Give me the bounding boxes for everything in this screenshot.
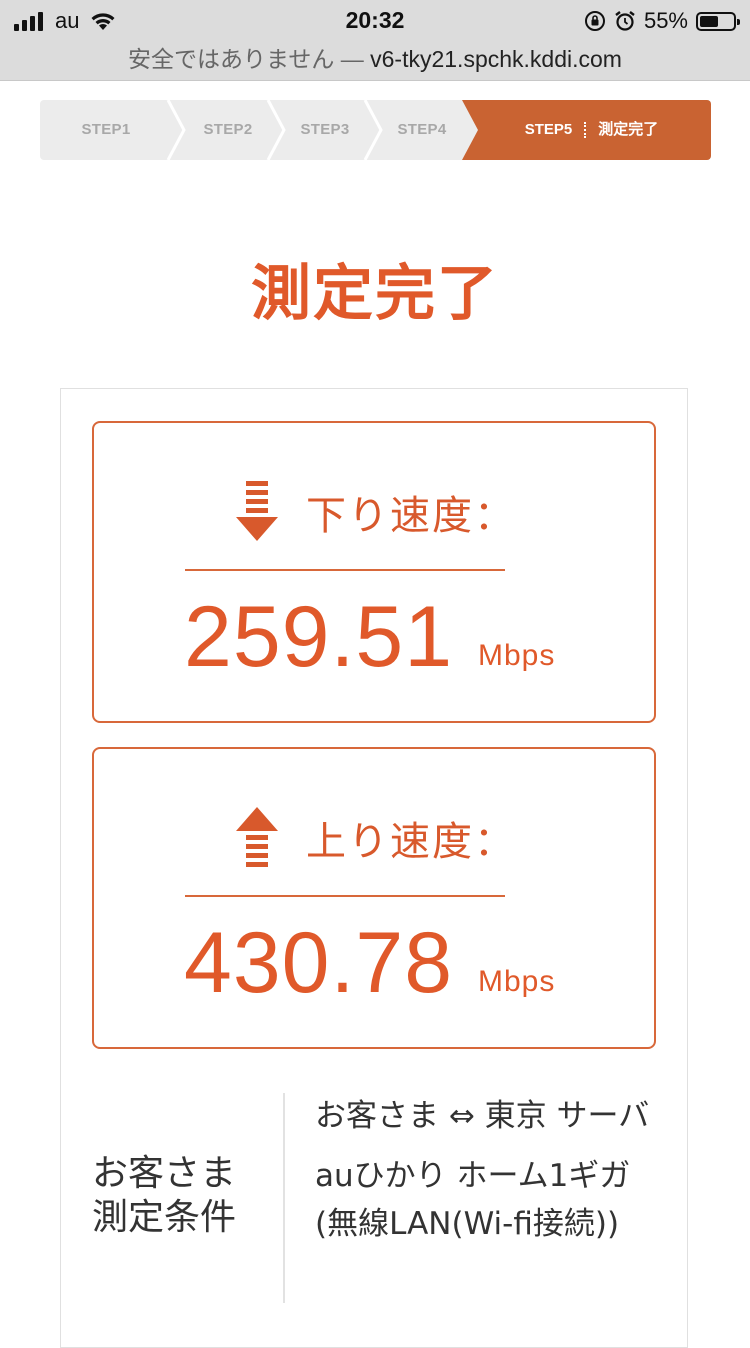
status-bar: au 20:32 55% 安全ではありません — v6-tky21.spchk.… bbox=[0, 0, 750, 81]
url-host: v6-tky21.spchk.kddi.com bbox=[370, 46, 622, 72]
step-1: STEP1 bbox=[81, 121, 131, 138]
url-bar[interactable]: 安全ではありません — v6-tky21.spchk.kddi.com bbox=[0, 40, 750, 74]
upload-divider bbox=[185, 895, 505, 897]
step-4: STEP4 bbox=[397, 121, 447, 138]
orientation-lock-icon bbox=[584, 11, 605, 31]
battery-fill bbox=[700, 15, 718, 27]
download-divider bbox=[185, 569, 505, 571]
conditions-service: auひかり ホーム1ギガ(無線LAN(Wi-fi接続)) bbox=[315, 1158, 631, 1242]
conditions-label: お客さま測定条件 bbox=[92, 1153, 237, 1238]
conditions-divider bbox=[283, 1093, 285, 1303]
upload-label: 上り速度： bbox=[306, 819, 516, 865]
security-warning: 安全ではありません — bbox=[128, 46, 364, 72]
step-5-active: STEP5 測定完了 bbox=[462, 100, 711, 160]
alarm-icon bbox=[615, 11, 635, 31]
battery-percent: 55% bbox=[643, 8, 688, 33]
arrow-up-icon bbox=[236, 807, 278, 867]
conditions-route: お客さま ⇔ 東京 サーバ bbox=[315, 1098, 650, 1134]
upload-unit: Mbps bbox=[478, 965, 556, 998]
conditions-values: お客さま ⇔ 東京 サーバ auひかり ホーム1ギガ(無線LAN(Wi-fi接続… bbox=[315, 1092, 660, 1260]
page-title: 測定完了 bbox=[251, 259, 499, 329]
step-5-text: STEP5 bbox=[524, 121, 573, 138]
arrow-down-icon bbox=[236, 481, 278, 541]
download-unit: Mbps bbox=[478, 639, 556, 672]
upload-value: 430.78 bbox=[184, 915, 454, 1011]
battery-icon bbox=[696, 11, 740, 31]
step-3: STEP3 bbox=[300, 121, 350, 138]
upload-speed-card: 上り速度： 430.78 Mbps bbox=[92, 747, 656, 1049]
step-indicator: STEP1 STEP2 STEP3 STEP4 STEP5 測定完了 bbox=[40, 100, 711, 160]
download-label: 下り速度： bbox=[306, 493, 516, 539]
status-right: 55% bbox=[584, 7, 740, 35]
step-5-label: STEP5 測定完了 bbox=[462, 100, 711, 160]
step-5-caption: 測定完了 bbox=[598, 121, 659, 138]
download-speed-card: 下り速度： 259.51 Mbps bbox=[92, 421, 656, 723]
download-value: 259.51 bbox=[184, 589, 454, 685]
